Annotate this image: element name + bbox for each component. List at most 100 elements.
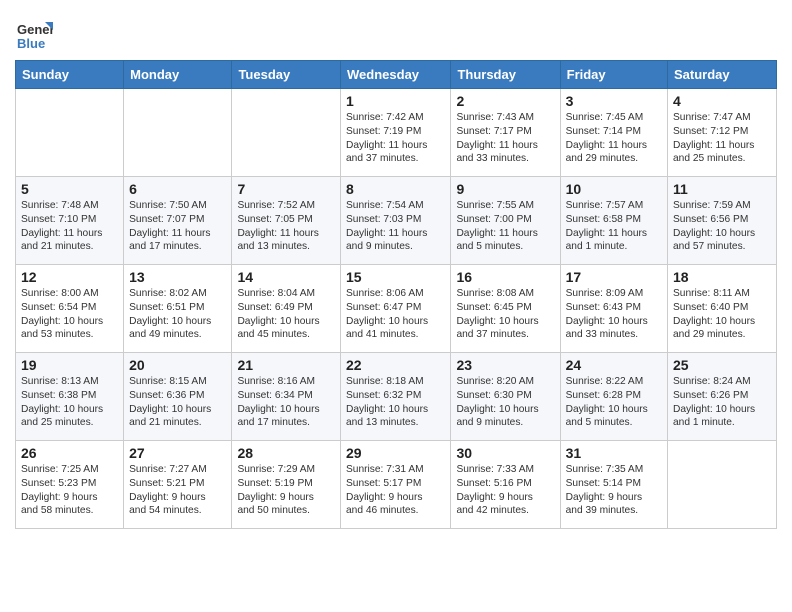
day-info: Sunrise: 7:54 AMSunset: 7:03 PMDaylight:… bbox=[346, 199, 445, 254]
sunset-text: Sunset: 6:43 PM bbox=[566, 302, 641, 313]
day-number: 5 bbox=[21, 181, 118, 197]
calendar-cell: 11Sunrise: 7:59 AMSunset: 6:56 PMDayligh… bbox=[668, 177, 777, 265]
calendar-cell: 7Sunrise: 7:52 AMSunset: 7:05 PMDaylight… bbox=[232, 177, 341, 265]
day-number: 3 bbox=[566, 93, 662, 109]
sunset-text: Sunset: 6:38 PM bbox=[21, 390, 96, 401]
calendar-cell: 4 Sunrise: 7:47 AMSunset: 7:12 PMDaylight… bbox=[668, 89, 777, 177]
daylight-text: and 17 minutes. bbox=[237, 417, 310, 428]
day-info: Sunrise: 8:04 AMSunset: 6:49 PMDaylight:… bbox=[237, 287, 335, 342]
sunrise-text: Sunrise: 7:42 AM bbox=[346, 112, 424, 123]
sunrise-text: Sunrise: 8:15 AM bbox=[129, 376, 207, 387]
daylight-text: Daylight: 9 hours bbox=[21, 492, 97, 503]
sunrise-text: Sunrise: 7:50 AM bbox=[129, 200, 207, 211]
day-info: Sunrise: 8:18 AMSunset: 6:32 PMDaylight:… bbox=[346, 375, 445, 430]
calendar-cell: 2Sunrise: 7:43 AMSunset: 7:17 PMDaylight… bbox=[451, 89, 560, 177]
daylight-text: and 29 minutes. bbox=[673, 329, 746, 340]
day-info: Sunrise: 7:35 AMSunset: 5:14 PMDaylight:… bbox=[566, 463, 662, 518]
calendar-cell: 22 Sunrise: 8:18 AMSunset: 6:32 PMDayligh… bbox=[341, 353, 451, 441]
day-info: Sunrise: 8:24 AM Sunset: 6:26 PM Daylight:… bbox=[673, 375, 771, 430]
sunrise-text: Sunrise: 7:45 AM bbox=[566, 112, 644, 123]
day-info: Sunrise: 7:29 AMSunset: 5:19 PMDaylight:… bbox=[237, 463, 335, 518]
sunset-text: Sunset: 6:45 PM bbox=[456, 302, 531, 313]
daylight-text: and 9 minutes. bbox=[456, 417, 523, 428]
weekday-header-thursday: Thursday bbox=[451, 61, 560, 89]
daylight-text: and 33 minutes. bbox=[566, 329, 639, 340]
weekday-header-monday: Monday bbox=[124, 61, 232, 89]
daylight-text: Daylight: 10 hours bbox=[129, 316, 211, 327]
sunset-text: Sunset: 6:26 PM bbox=[673, 390, 748, 401]
daylight-text: Daylight: 10 hours bbox=[566, 316, 648, 327]
day-number: 12 bbox=[21, 269, 118, 285]
daylight-text: Daylight: 10 hours bbox=[673, 404, 755, 415]
day-number: 26 bbox=[21, 445, 118, 461]
daylight-text: Daylight: 9 hours bbox=[129, 492, 205, 503]
sunrise-text: Sunrise: 7:43 AM bbox=[456, 112, 534, 123]
sunset-text: Sunset: 7:10 PM bbox=[21, 214, 96, 225]
day-info: Sunrise: 7:47 AMSunset: 7:12 PMDaylight:… bbox=[673, 111, 771, 166]
day-number: 18 bbox=[673, 269, 771, 285]
daylight-text: Daylight: 11 hours bbox=[21, 228, 102, 239]
sunset-text: Sunset: 6:28 PM bbox=[566, 390, 641, 401]
calendar-cell: 25Sunrise: 8:24 AMSunset: 6:26 PMDayligh… bbox=[668, 353, 777, 441]
weekday-header-saturday: Saturday bbox=[668, 61, 777, 89]
sunset-text: Sunset: 6:34 PM bbox=[237, 390, 312, 401]
day-info: Sunrise: 7:33 AMSunset: 5:16 PMDaylight:… bbox=[456, 463, 554, 518]
sunset-text: Sunset: 5:16 PM bbox=[456, 478, 531, 489]
daylight-text: and 33 minutes. bbox=[456, 153, 529, 164]
logo: General Blue bbox=[15, 14, 57, 52]
daylight-text: Daylight: 11 hours bbox=[673, 140, 754, 151]
calendar-cell: 13Sunrise: 8:02 AMSunset: 6:51 PMDayligh… bbox=[124, 265, 232, 353]
daylight-text: Daylight: 10 hours bbox=[456, 404, 538, 415]
daylight-text: Daylight: 11 hours bbox=[237, 228, 318, 239]
calendar-cell: 27Sunrise: 7:27 AMSunset: 5:21 PMDayligh… bbox=[124, 441, 232, 529]
day-info: Sunrise: 8:06 AMSunset: 6:47 PMDaylight:… bbox=[346, 287, 445, 342]
sunrise-text: Sunrise: 8:00 AM bbox=[21, 288, 99, 299]
sunrise-text: Sunrise: 7:52 AM bbox=[237, 200, 315, 211]
calendar-cell: 1Sunrise: 7:42 AMSunset: 7:19 PMDaylight… bbox=[341, 89, 451, 177]
day-info: Sunrise: 7:52 AMSunset: 7:05 PMDaylight:… bbox=[237, 199, 335, 254]
sunset-text: Sunset: 7:12 PM bbox=[673, 126, 748, 137]
daylight-text: Daylight: 11 hours bbox=[566, 228, 647, 239]
daylight-text: and 29 minutes. bbox=[566, 153, 639, 164]
calendar-cell: 21Sunrise: 8:16 AMSunset: 6:34 PMDayligh… bbox=[232, 353, 341, 441]
day-number: 30 bbox=[456, 445, 554, 461]
daylight-text: and 1 minute. bbox=[673, 417, 735, 428]
sunrise-text: Sunrise: 7:31 AM bbox=[346, 464, 424, 475]
day-info: Sunrise: 8:13 AMSunset: 6:38 PMDaylight:… bbox=[21, 375, 118, 430]
daylight-text: Daylight: 10 hours bbox=[566, 404, 648, 415]
day-info: Sunrise: 8:00 AMSunset: 6:54 PMDaylight:… bbox=[21, 287, 118, 342]
daylight-text: and 17 minutes. bbox=[129, 241, 202, 252]
sunset-text: Sunset: 6:40 PM bbox=[673, 302, 748, 313]
day-info: Sunrise: 7:55 AMSunset: 7:00 PMDaylight:… bbox=[456, 199, 554, 254]
sunrise-text: Sunrise: 7:33 AM bbox=[456, 464, 534, 475]
calendar-cell: 6 Sunrise: 7:50 AMSunset: 7:07 PMDaylight… bbox=[124, 177, 232, 265]
day-number: 8 bbox=[346, 181, 445, 197]
calendar-cell: 26Sunrise: 7:25 AMSunset: 5:23 PMDayligh… bbox=[16, 441, 124, 529]
calendar-cell: 3Sunrise: 7:45 AMSunset: 7:14 PMDaylight… bbox=[560, 89, 667, 177]
sunset-text: Sunset: 7:14 PM bbox=[566, 126, 641, 137]
daylight-text: Daylight: 10 hours bbox=[237, 404, 319, 415]
sunrise-text: Sunrise: 8:06 AM bbox=[346, 288, 424, 299]
day-number: 4 bbox=[673, 93, 771, 109]
sunset-text: Sunset: 6:49 PM bbox=[237, 302, 312, 313]
day-number: 13 bbox=[129, 269, 226, 285]
svg-text:Blue: Blue bbox=[17, 36, 45, 51]
day-number: 6 bbox=[129, 181, 226, 197]
weekday-header-wednesday: Wednesday bbox=[341, 61, 451, 89]
calendar-cell: 18Sunrise: 8:11 AMSunset: 6:40 PMDayligh… bbox=[668, 265, 777, 353]
day-info: Sunrise: 7:31 AMSunset: 5:17 PMDaylight:… bbox=[346, 463, 445, 518]
sunrise-text: Sunrise: 8:04 AM bbox=[237, 288, 315, 299]
sunrise-text: Sunrise: 7:35 AM bbox=[566, 464, 644, 475]
sunrise-text: Sunrise: 7:55 AM bbox=[456, 200, 534, 211]
calendar-cell bbox=[124, 89, 232, 177]
calendar-week-row: 1Sunrise: 7:42 AMSunset: 7:19 PMDaylight… bbox=[16, 89, 777, 177]
sunrise-text: Sunrise: 7:29 AM bbox=[237, 464, 315, 475]
day-number: 9 bbox=[456, 181, 554, 197]
day-info: Sunrise: 7:50 AMSunset: 7:07 PMDaylight:… bbox=[129, 199, 226, 254]
daylight-text: Daylight: 10 hours bbox=[673, 228, 755, 239]
daylight-text: Daylight: 10 hours bbox=[346, 316, 428, 327]
calendar-cell: 28Sunrise: 7:29 AMSunset: 5:19 PMDayligh… bbox=[232, 441, 341, 529]
sunrise-text: Sunrise: 8:24 AM bbox=[673, 376, 751, 387]
daylight-text: Daylight: 11 hours bbox=[129, 228, 210, 239]
day-number: 22 bbox=[346, 357, 445, 373]
